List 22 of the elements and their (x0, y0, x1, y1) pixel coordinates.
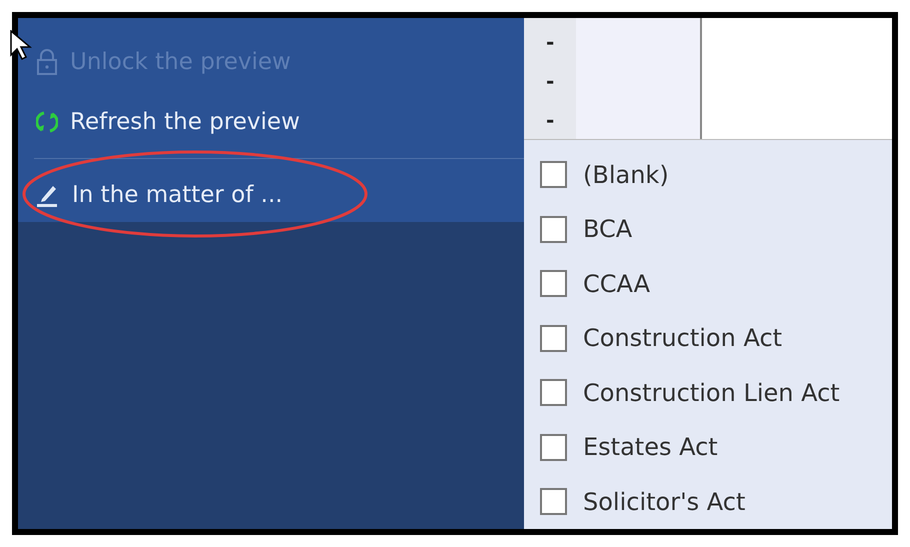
option-label: Estates Act (583, 433, 718, 462)
option-label: Construction Lien Act (583, 378, 840, 407)
dash-marker: - (546, 68, 556, 95)
dash-marker: - (546, 107, 556, 134)
option-label: Construction Act (583, 324, 782, 352)
option-label: Solicitor's Act (583, 488, 746, 516)
lock-icon (36, 49, 58, 75)
dash-marker: - (546, 29, 556, 56)
menu-item[interactable]: Refresh the preview (18, 92, 524, 152)
refresh-icon (36, 110, 58, 134)
checkbox[interactable] (540, 324, 567, 352)
menu-item[interactable]: In the matter of ... (18, 165, 524, 225)
checkbox[interactable] (540, 161, 567, 188)
checkbox[interactable] (540, 434, 567, 461)
option-label: CCAA (583, 270, 650, 298)
pencil-icon (36, 183, 60, 207)
checkbox[interactable] (540, 488, 567, 516)
option-label: (Blank) (583, 160, 669, 189)
checkbox[interactable] (540, 270, 567, 298)
checkbox[interactable] (540, 379, 567, 406)
option-label: BCA (583, 215, 632, 244)
checkbox[interactable] (540, 216, 567, 243)
